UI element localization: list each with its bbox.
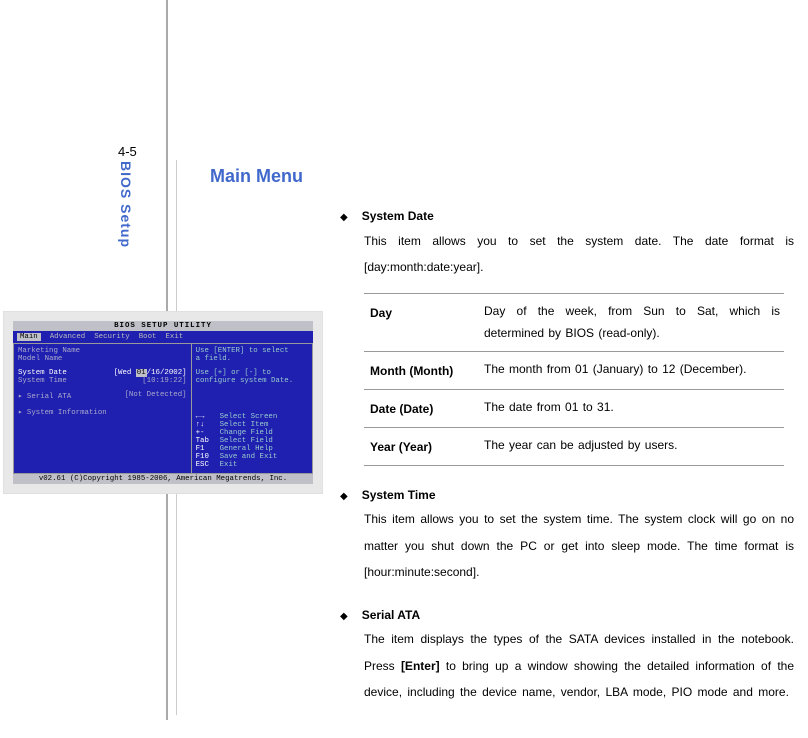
bios-menu-main: Main — [17, 333, 41, 341]
bios-screenshot: BIOS SETUP UTILITY Main Advanced Securit… — [3, 311, 323, 494]
bios-left-panel: Marketing Name Model Name System Date [W… — [13, 344, 192, 474]
bullet-icon: ◆ — [340, 487, 348, 506]
table-label: Day — [364, 300, 484, 346]
bios-key-desc: General Help — [220, 445, 273, 453]
bios-key-desc: Select Item — [220, 421, 269, 429]
bios-help-line: configure system Date. — [196, 377, 308, 385]
bios-key-desc: Save and Exit — [220, 453, 278, 461]
bios-sata-value: [Not Detected] — [125, 391, 187, 401]
bios-menu-advanced: Advanced — [50, 333, 85, 341]
bios-model-name: Model Name — [18, 355, 187, 363]
bios-key: ↑↓ — [196, 421, 220, 429]
table-row: Year (Year) The year can be adjusted by … — [364, 427, 784, 466]
section-title: System Time — [362, 484, 436, 507]
bullet-icon: ◆ — [340, 607, 348, 626]
bios-menubar: Main Advanced Security Boot Exit — [13, 331, 313, 344]
date-format-table: Day Day of the week, from Sun to Sat, wh… — [364, 293, 784, 466]
bios-sysdate-selected: 01 — [136, 369, 147, 377]
bios-help-line: Use [+] or [-] to — [196, 369, 308, 377]
section-title: System Date — [362, 205, 434, 228]
bios-menu-exit: Exit — [165, 333, 183, 341]
bios-key: F10 — [196, 453, 220, 461]
table-desc: The date from 01 to 31. — [484, 396, 784, 421]
bios-body: Marketing Name Model Name System Date [W… — [13, 344, 313, 474]
bios-title: BIOS SETUP UTILITY — [13, 321, 313, 331]
bios-key: F1 — [196, 445, 220, 453]
bios-systime-value: [10:19:22] — [142, 377, 186, 385]
section-serial-ata: ◆ Serial ATA The item displays the types… — [340, 604, 794, 706]
bios-menu-security: Security — [94, 333, 129, 341]
bios-key-desc: Change Field — [220, 429, 273, 437]
key-enter: [Enter] — [401, 659, 440, 673]
bullet-icon: ◆ — [340, 208, 348, 227]
bios-key: ←→ — [196, 413, 220, 421]
bios-marketing-name: Marketing Name — [18, 347, 187, 355]
table-desc: Day of the week, from Sun to Sat, which … — [484, 300, 784, 346]
section-body: This item allows you to set the system t… — [364, 506, 794, 585]
bios-sysdate-label: System Date — [18, 369, 67, 377]
section-system-time: ◆ System Time This item allows you to se… — [340, 484, 794, 586]
bios-sysdate-pre: [Wed — [114, 369, 136, 377]
bios-sysinfo: ▸ System Information — [18, 407, 187, 417]
bios-help-line: Use [ENTER] to select — [196, 347, 308, 355]
bios-sata-label: ▸ Serial ATA — [18, 391, 71, 401]
bios-right-panel: Use [ENTER] to select a field. Use [+] o… — [192, 344, 313, 474]
bios-key-desc: Select Field — [220, 437, 273, 445]
side-section-label: BIOS Setup — [118, 161, 134, 248]
bios-menu-boot: Boot — [139, 333, 157, 341]
bios-sysdate-post: /16/2002] — [147, 369, 187, 377]
bios-systime-label: System Time — [18, 377, 67, 385]
table-label: Year (Year) — [364, 434, 484, 459]
page-number: 4-5 — [118, 144, 137, 159]
content-area: ◆ System Date This item allows you to se… — [340, 205, 794, 724]
table-label: Date (Date) — [364, 396, 484, 421]
page-heading: Main Menu — [210, 166, 303, 187]
bios-help-line: a field. — [196, 355, 308, 363]
table-row: Date (Date) The date from 01 to 31. — [364, 389, 784, 427]
section-body: This item allows you to set the system d… — [364, 228, 794, 281]
bios-key-desc: Exit — [220, 461, 238, 469]
section-body: The item displays the types of the SATA … — [364, 626, 794, 705]
bios-footer: v02.61 (C)Copyright 1985-2006, American … — [13, 474, 313, 484]
section-system-date: ◆ System Date This item allows you to se… — [340, 205, 794, 466]
bios-window: BIOS SETUP UTILITY Main Advanced Securit… — [13, 321, 313, 484]
bios-key: +- — [196, 429, 220, 437]
table-desc: The month from 01 (January) to 12 (Decem… — [484, 358, 784, 383]
table-desc: The year can be adjusted by users. — [484, 434, 784, 459]
table-row: Day Day of the week, from Sun to Sat, wh… — [364, 293, 784, 352]
bios-key-desc: Select Screen — [220, 413, 278, 421]
section-title: Serial ATA — [362, 604, 420, 627]
bios-key: Tab — [196, 437, 220, 445]
table-row: Month (Month) The month from 01 (January… — [364, 351, 784, 389]
bios-key: ESC — [196, 461, 220, 469]
table-label: Month (Month) — [364, 358, 484, 383]
